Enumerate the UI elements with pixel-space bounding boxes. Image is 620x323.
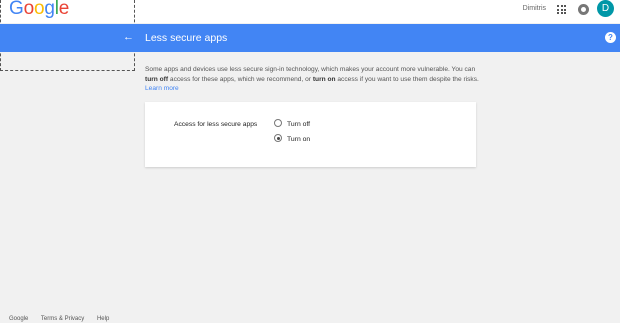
logo-letter: G: [9, 0, 24, 19]
page-header: ← Less secure apps ?: [0, 24, 620, 52]
top-bar: Google Dimitris D: [0, 0, 620, 23]
settings-card: Access for less secure apps Turn off Tur…: [145, 102, 476, 167]
notifications-icon[interactable]: [578, 4, 589, 15]
description-text: Some apps and devices use less secure si…: [145, 65, 480, 94]
setting-label: Access for less secure apps: [174, 121, 258, 128]
logo-letter: o: [23, 0, 35, 19]
footer-link-google[interactable]: Google: [9, 316, 28, 322]
description-part: access for these apps, which we recommen…: [168, 75, 313, 83]
radio-label: Turn on: [287, 135, 311, 143]
footer-link-terms[interactable]: Terms & Privacy: [41, 316, 84, 322]
apps-grid-icon[interactable]: [557, 5, 566, 14]
logo-letter: g: [44, 0, 55, 19]
description-bold-on: turn on: [312, 75, 336, 83]
radio-on-icon[interactable]: [274, 134, 282, 142]
radio-turn-on[interactable]: Turn on: [274, 134, 311, 143]
description-part: Some apps and devices use less secure si…: [145, 66, 476, 73]
learn-more-link[interactable]: Learn more: [145, 85, 179, 92]
footer-link-help[interactable]: Help: [97, 316, 109, 322]
radio-off-icon[interactable]: [274, 119, 282, 127]
help-icon[interactable]: ?: [605, 32, 616, 43]
footer: Google Terms & Privacy Help: [9, 316, 120, 322]
user-name[interactable]: Dimitris: [523, 5, 546, 12]
google-logo[interactable]: Google: [9, 0, 69, 20]
radio-label: Turn off: [287, 120, 311, 128]
logo-letter: e: [58, 0, 70, 19]
radio-turn-off[interactable]: Turn off: [274, 119, 311, 128]
description-bold-off: turn off: [145, 75, 169, 83]
page-title: Less secure apps: [145, 32, 228, 44]
logo-letter: o: [33, 0, 45, 19]
arrow-left-icon[interactable]: ←: [123, 32, 134, 43]
avatar[interactable]: D: [597, 0, 614, 17]
description-part: access if you want to use them despite t…: [335, 75, 479, 83]
